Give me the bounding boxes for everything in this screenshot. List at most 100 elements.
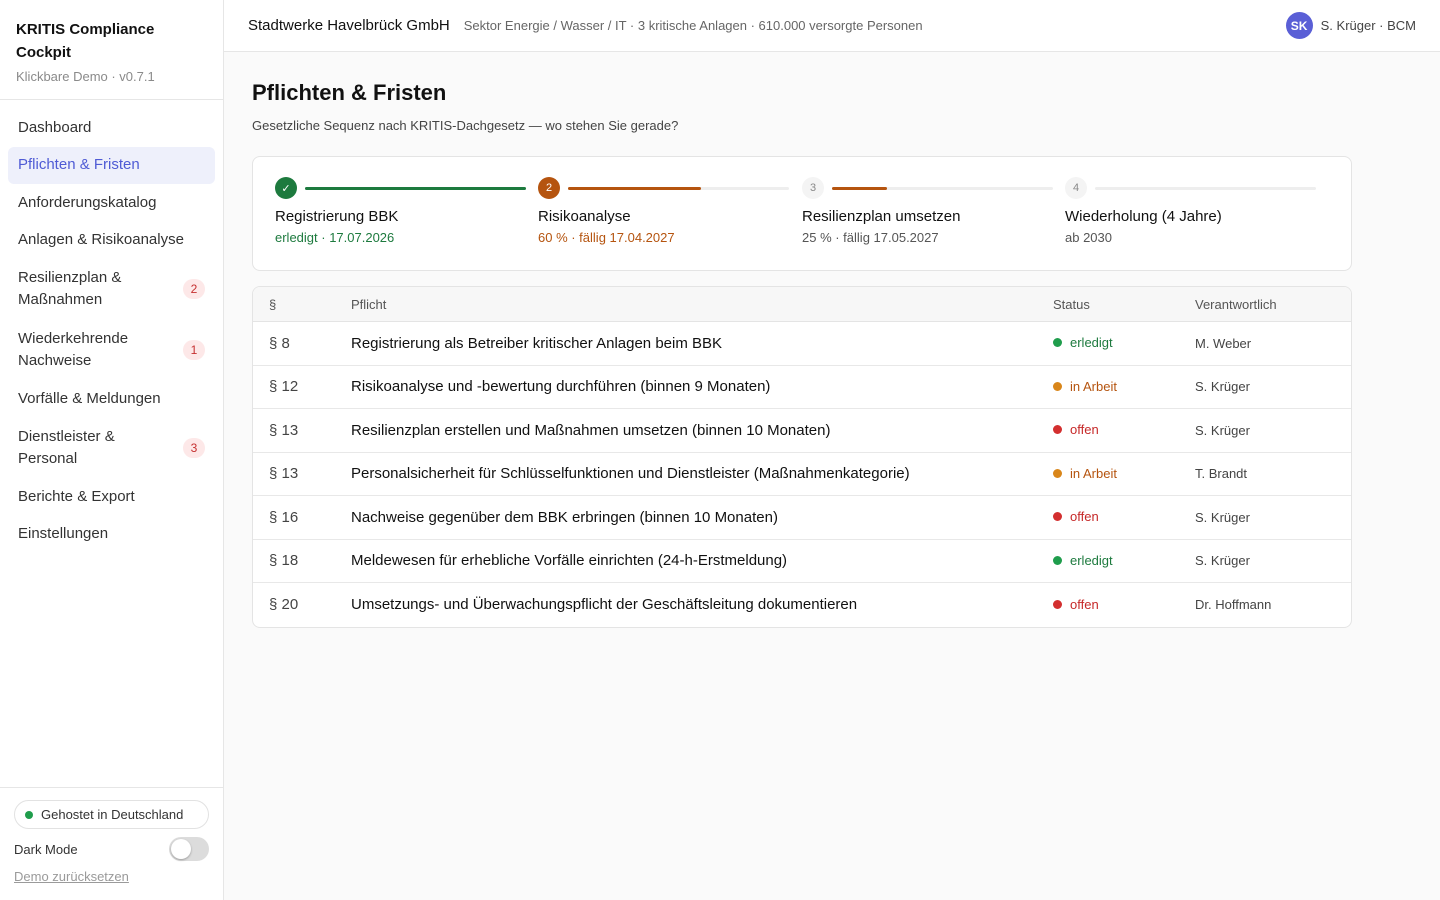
step-progress-track xyxy=(305,186,526,190)
sidebar-item-label: Anforderungskatalog xyxy=(18,193,157,211)
page-title: Pflichten & Fristen xyxy=(252,80,447,105)
cell-status: erledigt xyxy=(1053,334,1195,352)
status-badge: offen xyxy=(1053,422,1099,437)
darkmode-toggle[interactable] xyxy=(169,837,209,861)
cell-duty: Nachweise gegenüber dem BBK erbringen (b… xyxy=(351,508,778,526)
sidebar-item-anforderungskatalog[interactable]: Anforderungskatalog xyxy=(8,184,215,221)
header-owner[interactable]: Verantwortlich xyxy=(1195,297,1351,312)
step-wiederholung[interactable]: 4 Wiederholung (4 Jahre) ab 2030 xyxy=(1065,177,1328,245)
step-registrierung[interactable]: ✓ Registrierung BBK erledigt · 17.07.202… xyxy=(275,177,538,245)
table-row[interactable]: § 20 Umsetzungs- und Überwachungspflicht … xyxy=(253,583,1351,627)
table-row[interactable]: § 18 Meldewesen für erhebliche Vorfälle e… xyxy=(253,540,1351,583)
status-label: erledigt xyxy=(1070,552,1113,568)
cell-duty: Resilienzplan erstellen und Maßnahmen um… xyxy=(351,421,831,439)
status-badge: erledigt xyxy=(1053,553,1113,568)
avatar: SK xyxy=(1285,12,1313,39)
sidebar-item-vorfaelle[interactable]: Vorfälle & Meldungen xyxy=(8,380,215,417)
status-dot-icon xyxy=(1053,512,1062,522)
status-badge: erledigt xyxy=(1053,335,1113,350)
sidebar-nav: Dashboard Pflichten & Fristen Anforderun… xyxy=(0,100,223,553)
reset-demo-link[interactable]: Demo zurücksetzen xyxy=(14,869,209,884)
step-number: 3 xyxy=(802,177,824,199)
status-label: offen xyxy=(1070,509,1099,525)
status-label: offen xyxy=(1070,596,1099,612)
step-progress-track xyxy=(1095,186,1316,190)
step-meta: 25 % · fällig 17.05.2027 xyxy=(802,230,939,245)
table-row[interactable]: § 13 Resilienzplan erstellen und Maßnahme… xyxy=(253,409,1351,453)
sidebar-badge: 2 xyxy=(183,279,205,299)
main-content: Pflichten & Fristen Gesetzliche Sequenz … xyxy=(252,52,1352,628)
user-menu[interactable]: SK S. Krüger · BCM xyxy=(1285,12,1416,39)
hosted-badge: Gehostet in Deutschland xyxy=(14,800,209,829)
sector-info: Sektor Energie / Wasser / IT · 3 kritisc… xyxy=(463,18,923,33)
org-name: Stadtwerke Havelbrück GmbH xyxy=(248,17,450,34)
sidebar-item-label: Pflichten & Fristen xyxy=(18,156,140,173)
sidebar-item-nachweise[interactable]: Wiederkehrende Nachweise 1 xyxy=(8,320,215,380)
step-progress-fill xyxy=(832,186,888,190)
sidebar-item-label: Wiederkehrende Nachweise xyxy=(18,329,129,369)
cell-paragraph: § 13 xyxy=(269,421,299,439)
darkmode-row: Dark Mode xyxy=(14,837,209,861)
step-resilienzplan[interactable]: 3 Resilienzplan umsetzen 25 % · fällig 1… xyxy=(802,177,1065,245)
sidebar-item-anlagen-risikoanalyse[interactable]: Anlagen & Risikoanalyse xyxy=(8,222,215,259)
cell-owner: M. Weber xyxy=(1195,335,1252,351)
status-label: erledigt xyxy=(1070,335,1113,351)
sidebar-item-label: Dashboard xyxy=(18,118,92,136)
cell-paragraph: § 18 xyxy=(269,552,299,570)
table-row[interactable]: § 13 Personalsicherheit für Schlüsselfunk… xyxy=(253,453,1351,496)
page-subtitle: Gesetzliche Sequenz nach KRITIS-Dachgese… xyxy=(252,118,679,133)
cell-paragraph: § 12 xyxy=(269,378,299,396)
sidebar-item-dienstleister[interactable]: Dienstleister & Personal 3 xyxy=(8,418,215,478)
header-duty[interactable]: Pflicht xyxy=(351,297,1053,312)
cell-duty: Risikoanalyse und -bewertung durchführen… xyxy=(351,378,771,396)
sidebar-item-label: Anlagen & Risikoanalyse xyxy=(18,231,184,248)
cell-status: offen xyxy=(1053,421,1195,439)
status-dot-icon xyxy=(1053,599,1062,609)
step-progress-track xyxy=(832,186,1053,190)
cell-paragraph: § 8 xyxy=(269,334,290,352)
brand: KRITIS Compliance Cockpit Klickbare Demo… xyxy=(0,0,223,100)
step-risikoanalyse[interactable]: 2 Risikoanalyse 60 % · fällig 17.04.2027 xyxy=(538,177,801,245)
cell-duty: Personalsicherheit für Schlüsselfunktion… xyxy=(351,465,910,483)
status-badge: in Arbeit xyxy=(1053,379,1117,394)
table-row[interactable]: § 8 Registrierung als Betreiber kritische… xyxy=(253,322,1351,366)
header-status[interactable]: Status xyxy=(1053,297,1195,312)
step-progress-track xyxy=(568,186,789,190)
cell-owner: S. Krüger xyxy=(1195,509,1250,525)
sidebar-item-pflichten-fristen[interactable]: Pflichten & Fristen xyxy=(8,146,215,184)
cell-owner: S. Krüger xyxy=(1195,553,1250,569)
check-icon: ✓ xyxy=(275,177,297,199)
status-label: in Arbeit xyxy=(1070,378,1117,394)
header-paragraph[interactable]: § xyxy=(253,297,351,312)
status-dot-icon xyxy=(1053,555,1062,565)
sidebar-item-einstellungen[interactable]: Einstellungen xyxy=(8,516,215,553)
step-meta: erledigt · 17.07.2026 xyxy=(275,230,395,245)
cell-owner: Dr. Hoffmann xyxy=(1195,597,1272,613)
step-number: 4 xyxy=(1065,177,1087,199)
step-meta: ab 2030 xyxy=(1065,230,1112,245)
table-row[interactable]: § 12 Risikoanalyse und -bewertung durchfü… xyxy=(253,366,1351,409)
cell-owner: S. Krüger xyxy=(1195,379,1250,395)
cell-status: offen xyxy=(1053,596,1195,614)
sidebar-item-label: Berichte & Export xyxy=(18,487,135,505)
progress-stepper: ✓ Registrierung BBK erledigt · 17.07.202… xyxy=(252,156,1352,271)
step-progress-fill xyxy=(568,186,701,190)
status-dot-icon xyxy=(1053,381,1062,391)
sidebar-item-resilienzplan[interactable]: Resilienzplan & Maßnahmen 2 xyxy=(8,259,215,319)
status-dot-icon xyxy=(1053,338,1062,348)
step-name: Wiederholung (4 Jahre) xyxy=(1065,208,1222,225)
user-label: S. Krüger · BCM xyxy=(1320,18,1416,33)
sidebar-badge: 3 xyxy=(183,437,205,458)
cell-duty: Umsetzungs- und Überwachungspflicht der … xyxy=(351,596,858,614)
sidebar: KRITIS Compliance Cockpit Klickbare Demo… xyxy=(0,0,224,900)
cell-status: in Arbeit xyxy=(1053,378,1195,396)
sidebar-item-dashboard[interactable]: Dashboard xyxy=(8,109,215,146)
table-row[interactable]: § 16 Nachweise gegenüber dem BBK erbringe… xyxy=(253,496,1351,540)
sidebar-item-berichte[interactable]: Berichte & Export xyxy=(8,478,215,515)
status-dot-icon xyxy=(1053,425,1062,435)
step-meta: 60 % · fällig 17.04.2027 xyxy=(538,230,675,245)
step-progress-fill xyxy=(305,186,526,190)
cell-status: erledigt xyxy=(1053,552,1195,570)
sidebar-item-label: Dienstleister & Personal xyxy=(18,427,115,467)
sidebar-badge: 1 xyxy=(183,339,205,360)
